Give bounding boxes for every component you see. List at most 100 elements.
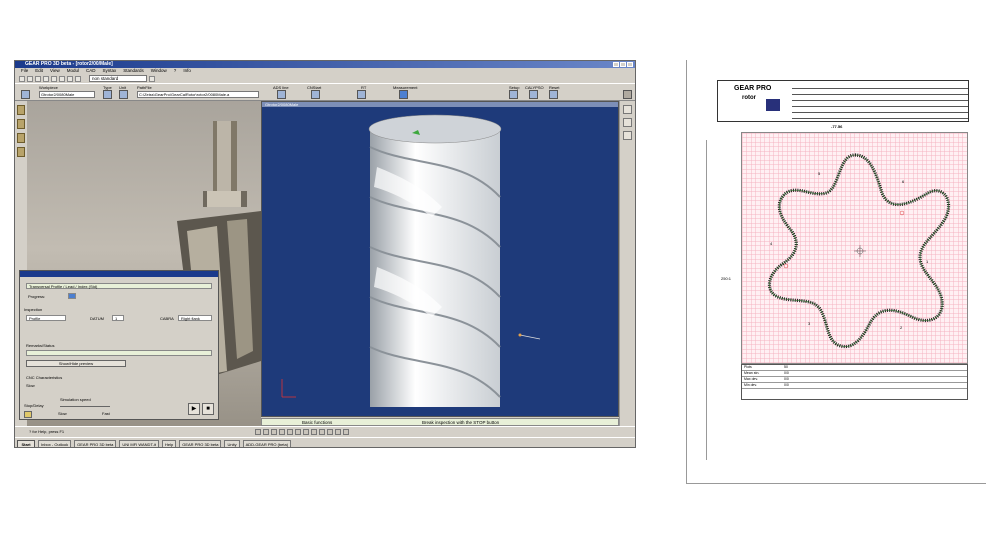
taskbar-item[interactable]: Inbox - Outlook [38, 439, 72, 447]
path-field[interactable]: C:\Zeiss\GearPro\GearCalRotor\rotor2/008… [137, 91, 259, 98]
minimize-button[interactable] [613, 62, 619, 67]
print-icon[interactable] [43, 75, 49, 82]
help-icon[interactable] [75, 75, 81, 82]
pan-tool-icon[interactable] [623, 131, 632, 140]
new-icon[interactable] [19, 75, 25, 82]
workpiece-icon[interactable] [21, 90, 30, 99]
lobe-label: 5 [818, 171, 821, 176]
gear-tool-icon[interactable] [17, 105, 25, 115]
zoom-tool-icon[interactable] [623, 105, 632, 114]
main-toolbar: non standard [15, 74, 635, 83]
refresh-icon[interactable] [343, 429, 349, 435]
workpiece-field[interactable]: Gtrotor2/0080Male [39, 91, 95, 98]
save-icon[interactable] [35, 75, 41, 82]
zoom-fit-icon[interactable] [271, 429, 277, 435]
open-icon[interactable] [27, 75, 33, 82]
gear-pro-logo: GEAR PRO rotor [720, 83, 790, 119]
inspection-field[interactable]: Profile [26, 315, 66, 321]
rotate-tool-icon[interactable] [623, 118, 632, 127]
lead-tool-icon[interactable] [17, 133, 25, 143]
measurement-icon[interactable] [399, 90, 408, 99]
rt-icon[interactable] [357, 90, 366, 99]
setup-icon[interactable] [509, 90, 518, 99]
logo-brand-bottom: rotor [742, 95, 756, 101]
right-tool-strip [619, 101, 635, 431]
rotor-report-sheet: GEAR PRO rotor -77.56 250:1 1 2 3 4 5 6 … [686, 60, 986, 484]
slow-checkbox-label: Slow [26, 383, 35, 388]
taskbar-item[interactable]: Help [162, 439, 177, 447]
cabra-field[interactable]: Right flank [178, 315, 212, 321]
reset-icon[interactable] [549, 90, 558, 99]
taskbar-item[interactable]: GEAR PRO 3D beta [74, 439, 117, 447]
scroll-icon[interactable] [623, 90, 632, 99]
datum-label: DATUM [90, 316, 104, 321]
rotate-icon[interactable] [279, 429, 285, 435]
taskbar-item[interactable]: UNI MFI WANDT-it [119, 439, 159, 447]
status-line: Basic functions Break inspection with th… [261, 418, 619, 426]
profile-grid: 1 2 3 4 5 6 [741, 132, 968, 364]
workpiece-label: Workpiece [39, 85, 58, 90]
type-icon[interactable] [103, 90, 112, 99]
progress-bar [68, 293, 76, 299]
start-button[interactable]: Start [17, 439, 35, 447]
taskbar-item[interactable]: ADD-GEAR PRO (beta) [242, 439, 292, 447]
lobe-label: 1 [926, 259, 929, 264]
report-header: GEAR PRO rotor [717, 80, 969, 122]
speed-slider[interactable] [60, 406, 110, 407]
help-hint: ? for Help, press F1 [29, 429, 65, 434]
stop-delay-label: Stop/Delay [24, 403, 44, 408]
taskbar-item[interactable]: Unity [224, 439, 240, 447]
progress-label: Progress: [28, 294, 46, 299]
stop-button[interactable]: ■ [202, 403, 214, 415]
inspection-dialog: Transversal Profile / Lead / Index (Std)… [19, 270, 219, 420]
remarks-field[interactable] [26, 350, 212, 356]
cnc-characteristics-label: CNC Characteristics [26, 375, 63, 380]
report-side-text [693, 140, 707, 460]
datum-field[interactable]: 1 [112, 315, 124, 321]
cut-icon[interactable] [51, 75, 57, 82]
adsline-icon[interactable] [277, 90, 286, 99]
unit-icon[interactable] [119, 90, 128, 99]
report-tool-icon[interactable] [17, 147, 25, 157]
show-hide-preview-button[interactable]: Show/Hide preview [26, 360, 126, 367]
lobe-label: 3 [808, 321, 811, 326]
taskbar: Start Inbox - Outlook GEAR PRO 3D beta U… [15, 437, 635, 447]
deviation-value: -77.56 [831, 124, 843, 129]
iso-view-icon[interactable] [319, 429, 325, 435]
header-row [792, 113, 968, 119]
cnc-icon[interactable] [311, 90, 320, 99]
combo-apply-icon[interactable] [149, 75, 155, 82]
lobe-label: 2 [900, 325, 903, 330]
standard-combo[interactable]: non standard [89, 75, 147, 82]
play-button[interactable]: ▶ [188, 403, 200, 415]
rotor-profile-plot: 1 2 3 4 5 6 [767, 153, 951, 349]
front-view-icon[interactable] [295, 429, 301, 435]
side-view-icon[interactable] [303, 429, 309, 435]
path-label: PathFile [137, 85, 152, 90]
taskbar-item[interactable]: GEAR PRO 3D beta [179, 439, 222, 447]
wireframe-icon[interactable] [327, 429, 333, 435]
pan-icon[interactable] [287, 429, 293, 435]
close-button[interactable] [627, 62, 633, 67]
mode-field[interactable]: Transversal Profile / Lead / Index (Std) [26, 283, 212, 289]
remarks-label: Remarks/Status [26, 343, 55, 348]
logo-brand-top: GEAR PRO [734, 85, 772, 92]
status-right: Break inspection with the STOP button [422, 420, 500, 425]
profile-tool-icon[interactable] [17, 119, 25, 129]
lobe-label: 4 [770, 241, 773, 246]
zoom-out-icon[interactable] [263, 429, 269, 435]
top-view-icon[interactable] [311, 429, 317, 435]
paste-icon[interactable] [67, 75, 73, 82]
rotor-3d-model [281, 114, 541, 407]
gear-pro-window: GEAR PRO 3D beta - [rotor2/00/Male] File… [14, 60, 636, 448]
stop-delay-icon[interactable] [24, 411, 32, 418]
zoom-in-icon[interactable] [255, 429, 261, 435]
copy-icon[interactable] [59, 75, 65, 82]
maximize-button[interactable] [620, 62, 626, 67]
shade-icon[interactable] [335, 429, 341, 435]
3d-view[interactable]: Gtrotor2/0080Male [261, 101, 619, 417]
calypso-icon[interactable] [529, 90, 538, 99]
bottom-bar: ? for Help, press F1 [15, 426, 635, 437]
window-title: GEAR PRO 3D beta - [rotor2/00/Male] [25, 61, 113, 67]
workpiece-toolbar: Workpiece Gtrotor2/0080Male Type Unit Pa… [15, 83, 635, 101]
